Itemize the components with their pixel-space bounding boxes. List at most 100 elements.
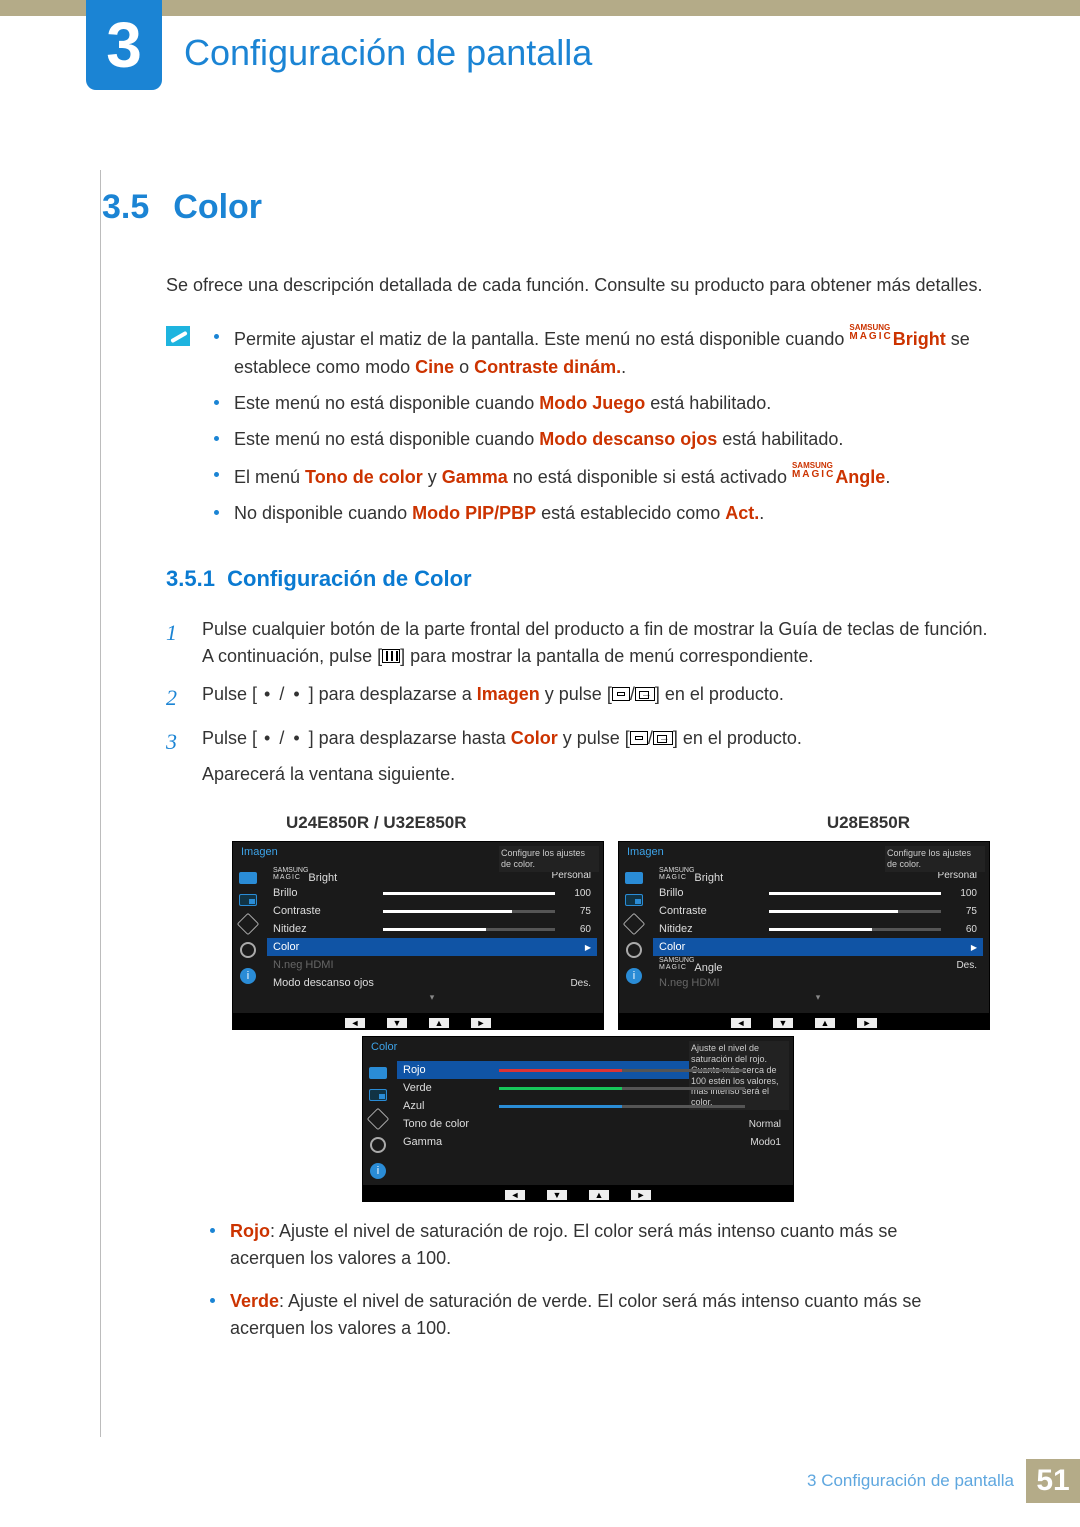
- desc-rojo-text: : Ajuste el nivel de saturación de rojo.…: [230, 1221, 897, 1268]
- model-label-left: U24E850R / U32E850R: [286, 813, 467, 833]
- hl-modo-descanso: Modo descanso ojos: [539, 429, 717, 449]
- step: 2 Pulse [ • / • ] para desplazarse a Ima…: [166, 681, 990, 715]
- osd-item-descanso: Modo descanso ojosDes.: [267, 974, 597, 992]
- hl-act: Act.: [725, 503, 759, 523]
- osd-item-tono: Tono de colorNormal: [397, 1115, 787, 1133]
- text: ] para mostrar la pantalla de menú corre…: [400, 646, 813, 666]
- hl-gamma: Gamma: [442, 467, 508, 487]
- model-label-right: U28E850R: [827, 813, 910, 833]
- osd-panel: Configure los ajustes de color. Imagen i: [618, 841, 990, 1014]
- osd-row-top: Configure los ajustes de color. Imagen i: [232, 841, 990, 1030]
- sidebar-move-icon: [623, 913, 646, 936]
- desc-item: Verde: Ajuste el nivel de saturación de …: [210, 1288, 950, 1342]
- step-body: Pulse [ • / • ] para desplazarse a Image…: [202, 681, 990, 715]
- nav-dots: • / •: [257, 684, 309, 704]
- sidebar-info-icon: i: [626, 968, 642, 984]
- text: .: [759, 503, 764, 523]
- text: está habilitado.: [717, 429, 843, 449]
- osd-item-color-selected: Color▶: [267, 938, 597, 956]
- osd-sidebar: i: [363, 1057, 393, 1185]
- text: ] en el producto.: [655, 684, 784, 704]
- text: .: [621, 357, 626, 377]
- note-block: Permite ajustar el matiz de la pantalla.…: [166, 324, 990, 535]
- osd-item-gamma: GammaModo1: [397, 1133, 787, 1151]
- sidebar-gear-icon: [626, 942, 642, 958]
- text: ] para desplazarse a: [309, 684, 477, 704]
- desc-item: Rojo: Ajuste el nivel de saturación de r…: [210, 1218, 950, 1272]
- note-bullet: El menú Tono de color y Gamma no está di…: [214, 462, 990, 492]
- osd-tooltip: Configure los ajustes de color.: [499, 846, 599, 872]
- step-number: 1: [166, 616, 186, 672]
- sidebar-pip-icon: [625, 894, 643, 906]
- text: ] para desplazarse hasta: [309, 728, 511, 748]
- steps-list: 1 Pulse cualquier botón de la parte fron…: [166, 616, 990, 790]
- osd-navbar: ◄ ▼ ▲ ►: [232, 1014, 604, 1030]
- osd-sidebar: i: [619, 862, 649, 1013]
- osd-item-brillo: Brillo100: [653, 884, 983, 902]
- text: El menú: [234, 467, 305, 487]
- osd-u24-u32: Configure los ajustes de color. Imagen i: [232, 841, 604, 1030]
- sidebar-screen-icon: [369, 1067, 387, 1079]
- nav-down-icon: ▼: [547, 1190, 567, 1200]
- osd-main: SAMSUNGMAGICBrightPersonal Brillo100 Con…: [263, 862, 603, 1013]
- text: ] en el producto.: [673, 728, 802, 748]
- osd-item-contraste: Contraste75: [267, 902, 597, 920]
- osd-item-color-selected: Color▶: [653, 938, 983, 956]
- step-number: 3: [166, 725, 186, 789]
- text: y: [423, 467, 442, 487]
- menu-button-icon: [382, 649, 400, 663]
- step: 1 Pulse cualquier botón de la parte fron…: [166, 616, 990, 672]
- osd-tooltip: Configure los ajustes de color.: [885, 846, 985, 872]
- subsection-heading: Configuración de Color: [227, 566, 471, 591]
- subsection-number: 3.5.1: [166, 566, 215, 591]
- osd-tooltip: Ajuste el nivel de saturación del rojo. …: [689, 1041, 789, 1110]
- osd-item-contraste: Contraste75: [653, 902, 983, 920]
- step-number: 2: [166, 681, 186, 715]
- text: No disponible cuando: [234, 503, 412, 523]
- hl-cine: Cine: [415, 357, 454, 377]
- sidebar-screen-icon: [239, 872, 257, 884]
- sidebar-pip-icon: [239, 894, 257, 906]
- osd-item-nneg: N.neg HDMI: [267, 956, 597, 974]
- samsung-magic-tag: SAMSUNGMAGIC: [849, 324, 892, 342]
- hl-color: Color: [511, 728, 558, 748]
- section-header: 3.5 Color: [102, 188, 990, 227]
- text: Pulse [: [202, 684, 257, 704]
- hl-contraste-dinam: Contraste dinám.: [474, 357, 621, 377]
- note-bullets: Permite ajustar el matiz de la pantalla.…: [214, 324, 990, 535]
- section-title: Color: [173, 188, 262, 227]
- desc-verde-text: : Ajuste el nivel de saturación de verde…: [230, 1291, 921, 1338]
- section-content: 3.5 Color Se ofrece una descripción deta…: [100, 188, 990, 1358]
- text: Este menú no está disponible cuando: [234, 393, 539, 413]
- nav-left-icon: ◄: [505, 1190, 525, 1200]
- nav-down-icon: ▼: [773, 1018, 793, 1028]
- note-icon: [166, 326, 190, 346]
- enter-icon-a: [612, 687, 630, 701]
- enter-icon-b: [653, 731, 673, 745]
- description-list: Rojo: Ajuste el nivel de saturación de r…: [210, 1218, 950, 1342]
- sidebar-pip-icon: [369, 1089, 387, 1101]
- osd-main: SAMSUNGMAGICBrightPersonal Brillo100 Con…: [649, 862, 989, 1013]
- note-bullet: Permite ajustar el matiz de la pantalla.…: [214, 324, 990, 382]
- osd-item-nitidez: Nitidez60: [267, 920, 597, 938]
- step-body: Pulse [ • / • ] para desplazarse hasta C…: [202, 725, 990, 789]
- osd-navbar: ◄ ▼ ▲ ►: [362, 1186, 794, 1202]
- footer-breadcrumb: 3 Configuración de pantalla: [807, 1471, 1026, 1491]
- enter-icon-b: [635, 687, 655, 701]
- osd-item-nneg: N.neg HDMI: [653, 974, 983, 992]
- osd-navbar: ◄ ▼ ▲ ►: [618, 1014, 990, 1030]
- screenshot-labels: U24E850R / U32E850R U28E850R: [286, 813, 910, 833]
- nav-right-icon: ►: [631, 1190, 651, 1200]
- hl-modo-juego: Modo Juego: [539, 393, 645, 413]
- osd-panel: Configure los ajustes de color. Imagen i: [232, 841, 604, 1014]
- note-bullet: Este menú no está disponible cuando Modo…: [214, 426, 990, 454]
- note-bullet: Este menú no está disponible cuando Modo…: [214, 390, 990, 418]
- osd-panel: Ajuste el nivel de saturación del rojo. …: [362, 1036, 794, 1186]
- text: está establecido como: [536, 503, 725, 523]
- sidebar-move-icon: [367, 1108, 390, 1131]
- osd-color-submenu: Ajuste el nivel de saturación del rojo. …: [362, 1036, 794, 1202]
- desc-rojo-label: Rojo: [230, 1221, 270, 1241]
- section-intro: Se ofrece una descripción detallada de c…: [166, 273, 990, 298]
- nav-dots: • / •: [257, 728, 309, 748]
- osd-u28: Configure los ajustes de color. Imagen i: [618, 841, 990, 1030]
